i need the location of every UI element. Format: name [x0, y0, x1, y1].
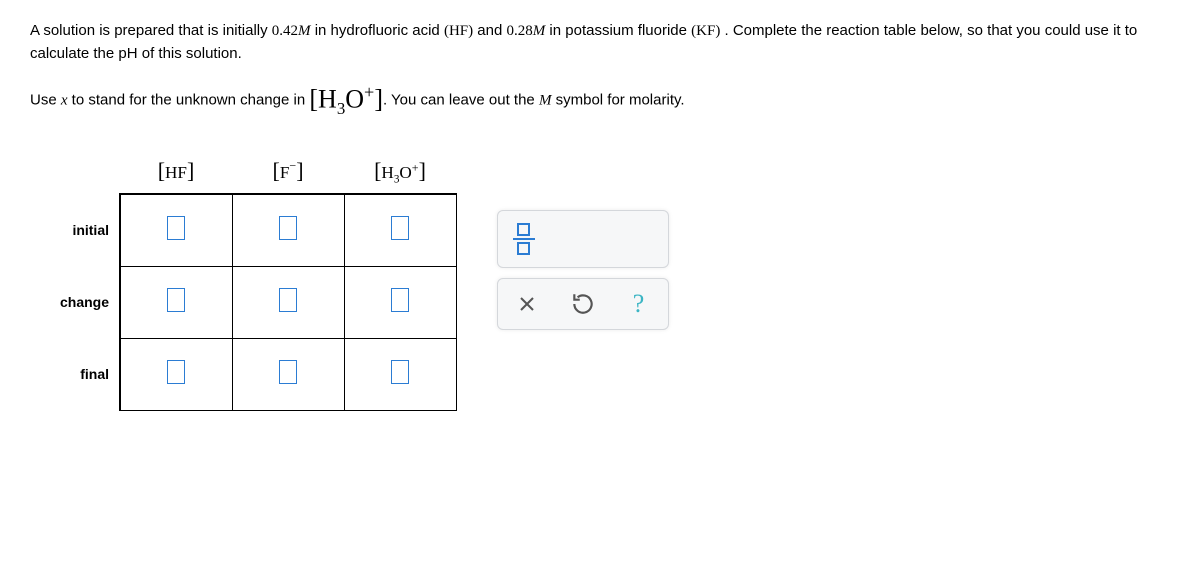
col-header-h3o: [H3O+]	[344, 158, 456, 194]
col-header-f: [F−]	[232, 158, 344, 194]
prob-text-2: in hydrofluoric acid	[311, 22, 444, 39]
help-icon: ?	[633, 289, 645, 319]
input-change-f[interactable]	[279, 288, 297, 312]
line2b: to stand for the unknown change in	[68, 91, 310, 108]
unit2: M	[533, 23, 546, 39]
species2: (KF)	[691, 23, 720, 39]
input-change-hf[interactable]	[167, 288, 185, 312]
row-label-change: change	[30, 266, 120, 338]
species1: (HF)	[444, 23, 473, 39]
input-initial-f[interactable]	[279, 216, 297, 240]
input-final-f[interactable]	[279, 360, 297, 384]
conc1: 0.42	[272, 23, 298, 39]
unit1: M	[298, 23, 311, 39]
Msym: M	[539, 92, 552, 108]
reset-icon	[570, 291, 596, 317]
toolbar: ?	[497, 210, 669, 331]
problem-instruction: Use x to stand for the unknown change in…	[30, 83, 1170, 118]
input-final-hf[interactable]	[167, 360, 185, 384]
help-button[interactable]: ?	[626, 291, 652, 317]
ice-table: [HF] [F−] [H3O+] initial change	[30, 158, 457, 411]
conc2: 0.28	[507, 23, 533, 39]
problem-statement: A solution is prepared that is initially…	[30, 20, 1170, 65]
table-row: change	[30, 266, 456, 338]
prob-text-1: A solution is prepared that is initially	[30, 22, 272, 39]
xvar: x	[61, 92, 68, 108]
input-final-h3o[interactable]	[391, 360, 409, 384]
h3o-concentration: [H3O+]	[309, 83, 383, 118]
col-header-hf: [HF]	[120, 158, 232, 194]
table-row: final	[30, 338, 456, 410]
prob-text-3: and	[473, 22, 506, 39]
reset-button[interactable]	[570, 291, 596, 317]
fraction-button[interactable]	[514, 223, 534, 256]
line2d: symbol for molarity.	[551, 91, 684, 108]
close-icon	[518, 295, 536, 313]
clear-button[interactable]	[514, 291, 540, 317]
table-row: initial	[30, 194, 456, 266]
line2a: Use	[30, 91, 61, 108]
input-initial-hf[interactable]	[167, 216, 185, 240]
row-label-final: final	[30, 338, 120, 410]
prob-text-4: in potassium fluoride	[545, 22, 691, 39]
input-initial-h3o[interactable]	[391, 216, 409, 240]
input-change-h3o[interactable]	[391, 288, 409, 312]
line2c: . You can leave out the	[383, 91, 539, 108]
row-label-initial: initial	[30, 194, 120, 266]
